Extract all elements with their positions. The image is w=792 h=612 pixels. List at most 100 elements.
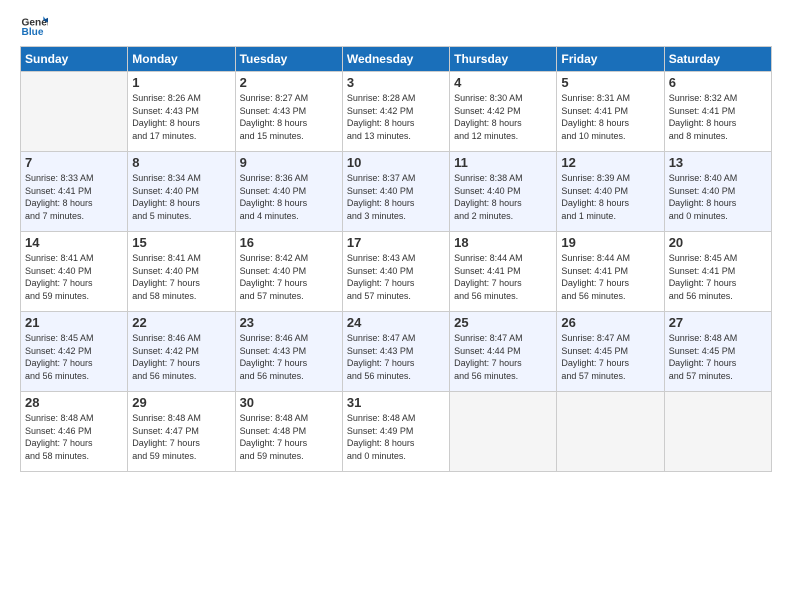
calendar-cell: 13 Sunrise: 8:40 AMSunset: 4:40 PMDayligh… [664, 152, 771, 232]
day-info: Sunrise: 8:48 AMSunset: 4:45 PMDaylight:… [669, 332, 767, 382]
day-info: Sunrise: 8:48 AMSunset: 4:49 PMDaylight:… [347, 412, 445, 462]
calendar-cell: 29Sunrise: 8:48 AMSunset: 4:47 PMDayligh… [128, 392, 235, 472]
day-number: 18 [454, 235, 552, 250]
day-info: Sunrise: 8:26 AMSunset: 4:43 PMDaylight:… [132, 92, 230, 142]
day-number: 28 [25, 395, 123, 410]
day-of-week-friday: Friday [557, 47, 664, 72]
day-number: 7 [25, 155, 123, 170]
calendar-cell: 27 Sunrise: 8:48 AMSunset: 4:45 PMDayligh… [664, 312, 771, 392]
day-info: Sunrise: 8:30 AMSunset: 4:42 PMDaylight:… [454, 92, 552, 142]
calendar-cell: 12 Sunrise: 8:39 AMSunset: 4:40 PMDayligh… [557, 152, 664, 232]
calendar-cell: 10 Sunrise: 8:37 AMSunset: 4:40 PMDayligh… [342, 152, 449, 232]
calendar-cell: 31 Sunrise: 8:48 AMSunset: 4:49 PMDayligh… [342, 392, 449, 472]
calendar-cell: 16 Sunrise: 8:42 AMSunset: 4:40 PMDayligh… [235, 232, 342, 312]
calendar-cell: 25Sunrise: 8:47 AMSunset: 4:44 PMDayligh… [450, 312, 557, 392]
day-info: Sunrise: 8:42 AMSunset: 4:40 PMDaylight:… [240, 252, 338, 302]
day-number: 14 [25, 235, 123, 250]
day-info: Sunrise: 8:41 AMSunset: 4:40 PMDaylight:… [25, 252, 123, 302]
day-number: 15 [132, 235, 230, 250]
day-info: Sunrise: 8:31 AMSunset: 4:41 PMDaylight:… [561, 92, 659, 142]
calendar-header-row: SundayMondayTuesdayWednesdayThursdayFrid… [21, 47, 772, 72]
calendar-cell: 30 Sunrise: 8:48 AMSunset: 4:48 PMDayligh… [235, 392, 342, 472]
day-number: 30 [240, 395, 338, 410]
day-number: 20 [669, 235, 767, 250]
day-info: Sunrise: 8:45 AMSunset: 4:42 PMDaylight:… [25, 332, 123, 382]
calendar-cell [557, 392, 664, 472]
day-number: 21 [25, 315, 123, 330]
day-number: 31 [347, 395, 445, 410]
day-number: 27 [669, 315, 767, 330]
calendar-cell: 3 Sunrise: 8:28 AMSunset: 4:42 PMDaylight… [342, 72, 449, 152]
day-number: 23 [240, 315, 338, 330]
day-info: Sunrise: 8:44 AMSunset: 4:41 PMDaylight:… [454, 252, 552, 302]
calendar-cell: 15Sunrise: 8:41 AMSunset: 4:40 PMDayligh… [128, 232, 235, 312]
calendar-cell: 4Sunrise: 8:30 AMSunset: 4:42 PMDaylight… [450, 72, 557, 152]
day-of-week-thursday: Thursday [450, 47, 557, 72]
day-info: Sunrise: 8:34 AMSunset: 4:40 PMDaylight:… [132, 172, 230, 222]
calendar-cell: 6 Sunrise: 8:32 AMSunset: 4:41 PMDaylight… [664, 72, 771, 152]
week-row-1: 1 Sunrise: 8:26 AMSunset: 4:43 PMDaylight… [21, 72, 772, 152]
day-info: Sunrise: 8:47 AMSunset: 4:43 PMDaylight:… [347, 332, 445, 382]
svg-text:Blue: Blue [22, 27, 44, 38]
day-info: Sunrise: 8:46 AMSunset: 4:42 PMDaylight:… [132, 332, 230, 382]
calendar-cell: 26 Sunrise: 8:47 AMSunset: 4:45 PMDayligh… [557, 312, 664, 392]
day-number: 13 [669, 155, 767, 170]
calendar-cell: 21 Sunrise: 8:45 AMSunset: 4:42 PMDayligh… [21, 312, 128, 392]
day-number: 12 [561, 155, 659, 170]
day-info: Sunrise: 8:27 AMSunset: 4:43 PMDaylight:… [240, 92, 338, 142]
calendar-cell [450, 392, 557, 472]
day-info: Sunrise: 8:28 AMSunset: 4:42 PMDaylight:… [347, 92, 445, 142]
calendar-cell: 17 Sunrise: 8:43 AMSunset: 4:40 PMDayligh… [342, 232, 449, 312]
page-header: General Blue [20, 10, 772, 38]
day-number: 2 [240, 75, 338, 90]
calendar-cell [21, 72, 128, 152]
day-info: Sunrise: 8:37 AMSunset: 4:40 PMDaylight:… [347, 172, 445, 222]
calendar-cell: 1 Sunrise: 8:26 AMSunset: 4:43 PMDaylight… [128, 72, 235, 152]
day-number: 17 [347, 235, 445, 250]
day-info: Sunrise: 8:40 AMSunset: 4:40 PMDaylight:… [669, 172, 767, 222]
logo-icon: General Blue [20, 10, 48, 38]
day-info: Sunrise: 8:32 AMSunset: 4:41 PMDaylight:… [669, 92, 767, 142]
day-info: Sunrise: 8:45 AMSunset: 4:41 PMDaylight:… [669, 252, 767, 302]
day-info: Sunrise: 8:47 AMSunset: 4:44 PMDaylight:… [454, 332, 552, 382]
day-info: Sunrise: 8:38 AMSunset: 4:40 PMDaylight:… [454, 172, 552, 222]
calendar-cell: 22 Sunrise: 8:46 AMSunset: 4:42 PMDayligh… [128, 312, 235, 392]
day-info: Sunrise: 8:46 AMSunset: 4:43 PMDaylight:… [240, 332, 338, 382]
day-of-week-wednesday: Wednesday [342, 47, 449, 72]
calendar-cell: 11 Sunrise: 8:38 AMSunset: 4:40 PMDayligh… [450, 152, 557, 232]
day-of-week-saturday: Saturday [664, 47, 771, 72]
calendar-cell: 24 Sunrise: 8:47 AMSunset: 4:43 PMDayligh… [342, 312, 449, 392]
calendar-cell: 8Sunrise: 8:34 AMSunset: 4:40 PMDaylight… [128, 152, 235, 232]
day-info: Sunrise: 8:47 AMSunset: 4:45 PMDaylight:… [561, 332, 659, 382]
calendar-cell: 2 Sunrise: 8:27 AMSunset: 4:43 PMDaylight… [235, 72, 342, 152]
week-row-4: 21 Sunrise: 8:45 AMSunset: 4:42 PMDayligh… [21, 312, 772, 392]
day-info: Sunrise: 8:39 AMSunset: 4:40 PMDaylight:… [561, 172, 659, 222]
calendar-cell: 9Sunrise: 8:36 AMSunset: 4:40 PMDaylight… [235, 152, 342, 232]
day-number: 29 [132, 395, 230, 410]
day-number: 24 [347, 315, 445, 330]
day-of-week-monday: Monday [128, 47, 235, 72]
day-info: Sunrise: 8:36 AMSunset: 4:40 PMDaylight:… [240, 172, 338, 222]
day-info: Sunrise: 8:48 AMSunset: 4:48 PMDaylight:… [240, 412, 338, 462]
calendar-cell [664, 392, 771, 472]
calendar-cell: 28Sunrise: 8:48 AMSunset: 4:46 PMDayligh… [21, 392, 128, 472]
day-number: 11 [454, 155, 552, 170]
day-number: 1 [132, 75, 230, 90]
day-info: Sunrise: 8:43 AMSunset: 4:40 PMDaylight:… [347, 252, 445, 302]
logo: General Blue [20, 10, 42, 38]
day-number: 22 [132, 315, 230, 330]
day-number: 10 [347, 155, 445, 170]
calendar-cell: 5Sunrise: 8:31 AMSunset: 4:41 PMDaylight… [557, 72, 664, 152]
calendar-cell: 20 Sunrise: 8:45 AMSunset: 4:41 PMDayligh… [664, 232, 771, 312]
calendar-cell: 19 Sunrise: 8:44 AMSunset: 4:41 PMDayligh… [557, 232, 664, 312]
day-number: 19 [561, 235, 659, 250]
day-info: Sunrise: 8:44 AMSunset: 4:41 PMDaylight:… [561, 252, 659, 302]
calendar-cell: 14 Sunrise: 8:41 AMSunset: 4:40 PMDayligh… [21, 232, 128, 312]
day-number: 16 [240, 235, 338, 250]
day-number: 6 [669, 75, 767, 90]
day-number: 26 [561, 315, 659, 330]
day-number: 3 [347, 75, 445, 90]
calendar-cell: 23 Sunrise: 8:46 AMSunset: 4:43 PMDayligh… [235, 312, 342, 392]
week-row-5: 28Sunrise: 8:48 AMSunset: 4:46 PMDayligh… [21, 392, 772, 472]
week-row-3: 14 Sunrise: 8:41 AMSunset: 4:40 PMDayligh… [21, 232, 772, 312]
